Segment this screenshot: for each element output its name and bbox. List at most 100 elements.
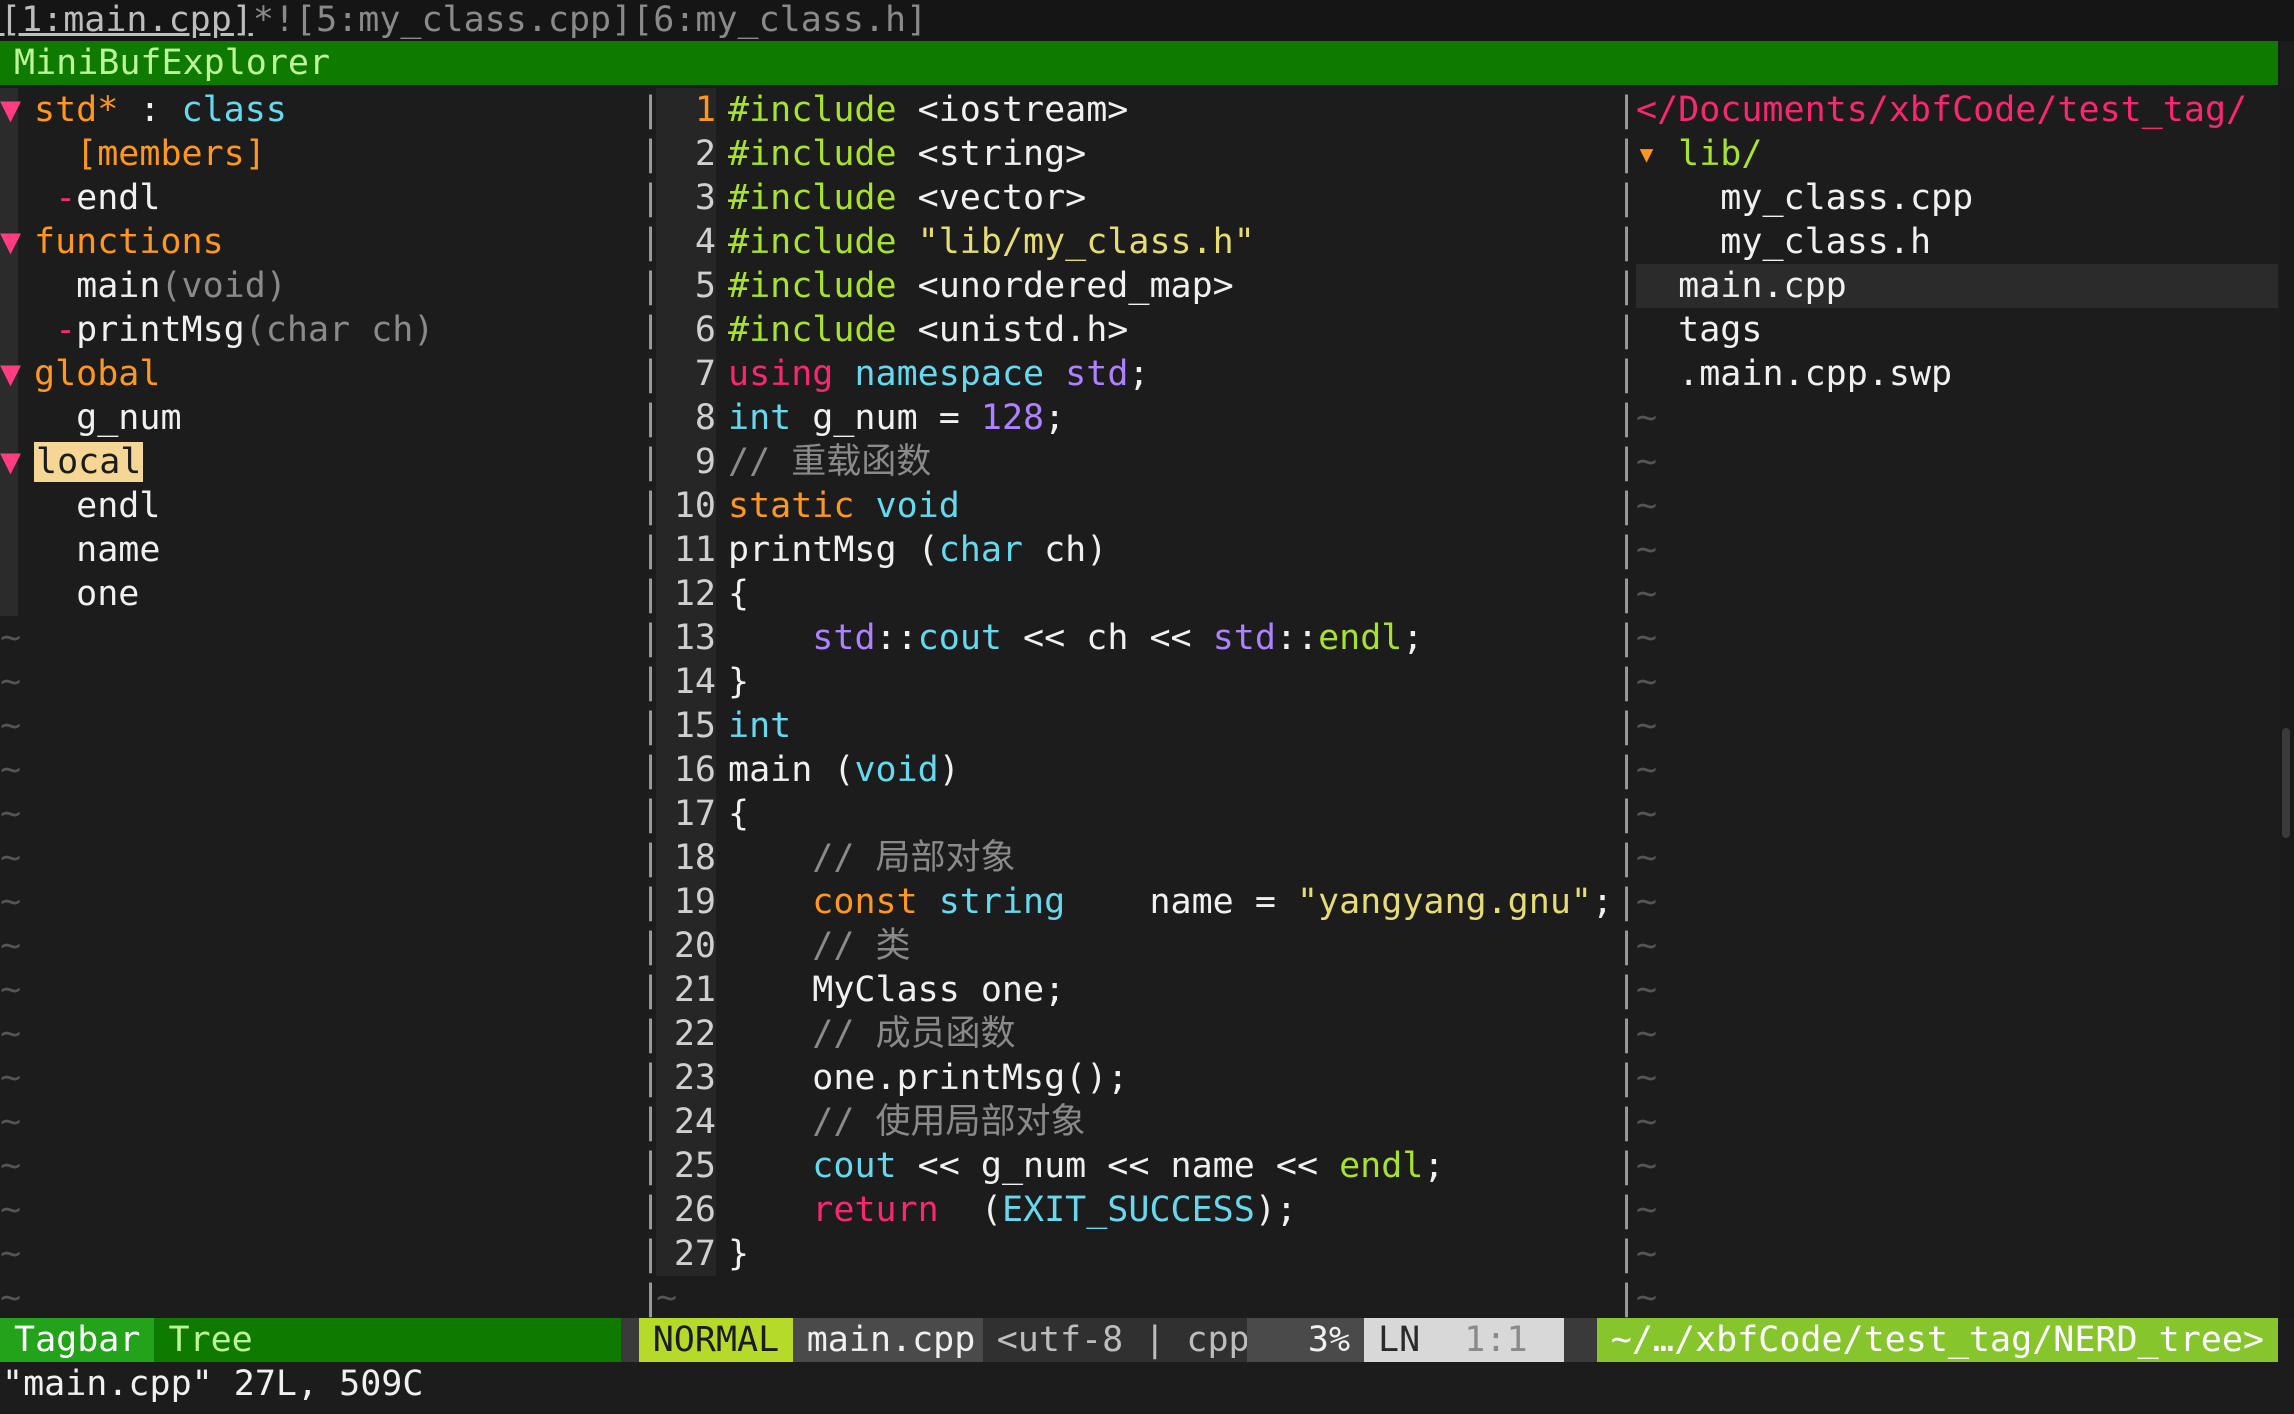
buffer-tab-others[interactable]: [5:my_class.cpp][6:my_class.h] bbox=[295, 0, 927, 40]
code-line[interactable]: 10 static void bbox=[656, 484, 1616, 528]
code-line[interactable]: 13 std::cout << ch << std::endl; bbox=[656, 616, 1616, 660]
code-line[interactable]: 17 { bbox=[656, 792, 1616, 836]
code-text: // 类 bbox=[812, 926, 911, 966]
tilde-marker: ~ bbox=[0, 970, 22, 1010]
code-line[interactable]: 22 // 成员函数 bbox=[656, 1012, 1616, 1056]
status-encoding-filetype: <utf-8 | cpp bbox=[982, 1318, 1250, 1362]
code-line[interactable]: 7 using namespace std; bbox=[656, 352, 1616, 396]
code-text: cout << g_num << name << endl; bbox=[812, 1146, 1445, 1186]
tagbar-pane[interactable]: ▼std* : class . [members] . -endl ▼funct… bbox=[0, 88, 640, 1318]
code-editor[interactable]: 1 #include <iostream> 2 #include <string> 3 #… bbox=[656, 88, 1616, 1318]
tag-members[interactable]: . [members] bbox=[0, 132, 640, 176]
command-line[interactable]: "main.cpp" 27L, 509C bbox=[0, 1362, 2294, 1406]
tag-local-header[interactable]: ▼ local bbox=[0, 440, 640, 484]
code-line[interactable]: 12 { bbox=[656, 572, 1616, 616]
code-line[interactable]: 25 cout << g_num << name << endl; bbox=[656, 1144, 1616, 1188]
tag-std-class[interactable]: ▼ std* : class bbox=[0, 88, 640, 132]
code-line[interactable]: 26 return (EXIT_SUCCESS); bbox=[656, 1188, 1616, 1232]
code-line[interactable]: 1 #include <iostream> bbox=[656, 88, 1616, 132]
tree-file-main-cpp[interactable]: main.cpp bbox=[1636, 264, 2278, 308]
tilde-marker: ~ bbox=[0, 1058, 22, 1098]
line-number: 8 bbox=[656, 396, 716, 440]
code-line[interactable]: 27} bbox=[656, 1232, 1616, 1276]
tilde-marker: ~ bbox=[0, 706, 22, 746]
tag-local-endl[interactable]: . endl bbox=[0, 484, 640, 528]
buffer-tabline[interactable]: [1:main.cpp]*![5:my_class.cpp][6:my_clas… bbox=[0, 0, 2294, 41]
tag-main[interactable]: . main(void) bbox=[0, 264, 640, 308]
code-line[interactable]: 23 one.printMsg(); bbox=[656, 1056, 1616, 1100]
nerdtree-pane[interactable]: </Documents/xbfCode/test_tag/ ▾ lib/ my_… bbox=[1636, 88, 2278, 1318]
fold-open-icon[interactable]: ▼ bbox=[0, 88, 21, 132]
code-line[interactable]: 5 #include <unordered_map> bbox=[656, 264, 1616, 308]
tilde-marker: ~ bbox=[1636, 1278, 1658, 1318]
code-line[interactable]: 2 #include <string> bbox=[656, 132, 1616, 176]
buffer-tab-main-cpp[interactable]: [1:main.cpp] bbox=[0, 0, 253, 40]
tilde-marker: ~ bbox=[1636, 1102, 1658, 1142]
tree-dir-lib[interactable]: ▾ lib/ bbox=[1636, 132, 2278, 176]
status-percent: 3% bbox=[1246, 1318, 1365, 1362]
empty-line-markers: ~~~~~~~~~~~~~~~~~~~~~~ bbox=[1636, 396, 2278, 1318]
fold-open-icon[interactable]: ▼ bbox=[0, 220, 21, 264]
code-line[interactable]: 19 const string name = "yangyang.gnu"; bbox=[656, 880, 1616, 924]
code-text: // 重载函数 bbox=[728, 442, 932, 482]
code-line[interactable]: 3 #include <vector> bbox=[656, 176, 1616, 220]
status-filename: main.cpp bbox=[792, 1318, 983, 1362]
tree-file-swp[interactable]: .main.cpp.swp bbox=[1636, 352, 2278, 396]
code-line[interactable]: 8 int g_num = 128; bbox=[656, 396, 1616, 440]
tree-file-tags[interactable]: tags bbox=[1636, 308, 2278, 352]
status-cursor-position: 1:1 bbox=[1450, 1318, 1564, 1362]
status-tagbar: Tagbar bbox=[0, 1318, 155, 1362]
tilde-marker: ~ bbox=[1636, 662, 1658, 702]
dir-open-arrow-icon[interactable]: ▾ bbox=[1636, 134, 1657, 174]
code-line[interactable]: 24 // 使用局部对象 bbox=[656, 1100, 1616, 1144]
tag-global-header[interactable]: ▼ global bbox=[0, 352, 640, 396]
tag-functions-header[interactable]: ▼ functions bbox=[0, 220, 640, 264]
code-line[interactable]: 16 main (void) bbox=[656, 748, 1616, 792]
code-line[interactable]: 20 // 类 bbox=[656, 924, 1616, 968]
tag-printmsg[interactable]: . -printMsg(char ch) bbox=[0, 308, 640, 352]
code-line[interactable]: 6 #include <unistd.h> bbox=[656, 308, 1616, 352]
code-line[interactable]: 4 #include "lib/my_class.h" bbox=[656, 220, 1616, 264]
code-text: #include <vector> bbox=[728, 178, 1087, 218]
line-number: 12 bbox=[656, 572, 716, 616]
tilde-marker: ~ bbox=[1636, 574, 1658, 614]
scrollbar-thumb[interactable] bbox=[2282, 728, 2290, 838]
tree-file-my-class-cpp[interactable]: my_class.cpp bbox=[1636, 176, 2278, 220]
tag-endl-member[interactable]: . -endl bbox=[0, 176, 640, 220]
tilde-marker: ~ bbox=[1636, 926, 1658, 966]
code-line[interactable]: 9 // 重载函数 bbox=[656, 440, 1616, 484]
tilde-marker: ~ bbox=[656, 1278, 678, 1318]
minibufexplorer-title: MiniBufExplorer bbox=[0, 41, 2278, 85]
code-text: int g_num = 128; bbox=[728, 398, 1066, 438]
tree-file-my-class-h[interactable]: my_class.h bbox=[1636, 220, 2278, 264]
code-line[interactable]: 11 printMsg (char ch) bbox=[656, 528, 1616, 572]
code-text: printMsg (char ch) bbox=[728, 530, 1108, 570]
tag-g-num[interactable]: . g_num bbox=[0, 396, 640, 440]
line-number: 23 bbox=[656, 1056, 716, 1100]
tag-local-one[interactable]: . one bbox=[0, 572, 640, 616]
code-line[interactable]: 21 MyClass one; bbox=[656, 968, 1616, 1012]
code-text: #include <unordered_map> bbox=[728, 266, 1234, 306]
code-text: return (EXIT_SUCCESS); bbox=[812, 1190, 1297, 1230]
tilde-marker: ~ bbox=[0, 1190, 22, 1230]
tilde-marker: ~ bbox=[1636, 750, 1658, 790]
vertical-split-divider[interactable]: | | | | | | | | | | | | | | | | | | | | | | | | | | | | bbox=[640, 88, 656, 1318]
line-number: 3 bbox=[656, 176, 716, 220]
code-line[interactable]: 18 // 局部对象 bbox=[656, 836, 1616, 880]
fold-open-icon[interactable]: ▼ bbox=[0, 440, 21, 484]
fold-open-icon[interactable]: ▼ bbox=[0, 352, 21, 396]
window-scrollbar[interactable] bbox=[2280, 88, 2294, 1318]
tilde-marker: ~ bbox=[0, 1102, 22, 1142]
vertical-split-divider[interactable]: | | | | | | | | | | | | | | | | | | | | | | | | | | | | bbox=[1616, 88, 1636, 1318]
code-line[interactable]: 15 int bbox=[656, 704, 1616, 748]
code-text: std::cout << ch << std::endl; bbox=[812, 618, 1424, 658]
line-number: 24 bbox=[656, 1100, 716, 1144]
code-text: #include <string> bbox=[728, 134, 1087, 174]
tilde-marker: ~ bbox=[1636, 794, 1658, 834]
code-text: // 局部对象 bbox=[812, 838, 1016, 878]
tree-root-path[interactable]: </Documents/xbfCode/test_tag/ bbox=[1636, 88, 2278, 132]
code-text: const string name = "yangyang.gnu"; bbox=[812, 882, 1614, 922]
code-line[interactable]: 14} bbox=[656, 660, 1616, 704]
tag-local-name[interactable]: . name bbox=[0, 528, 640, 572]
tilde-marker: ~ bbox=[1636, 1058, 1658, 1098]
